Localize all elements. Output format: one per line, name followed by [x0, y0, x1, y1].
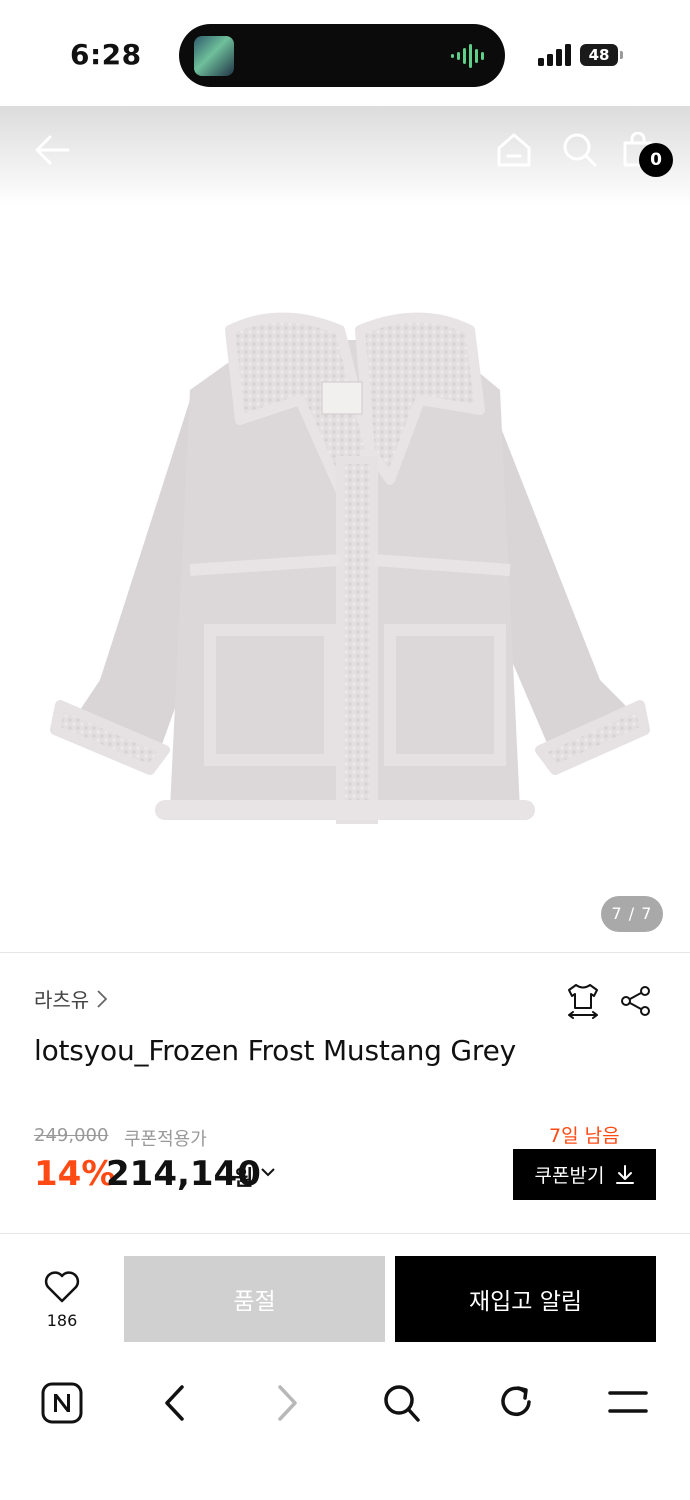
heart-icon[interactable]: [44, 1271, 80, 1303]
back-arrow-icon[interactable]: [34, 134, 70, 166]
product-gallery[interactable]: [0, 106, 690, 952]
signal-icon: [538, 44, 571, 66]
chevron-right-icon: [97, 989, 108, 1008]
chevron-down-icon[interactable]: [260, 1166, 276, 1178]
album-thumbnail-icon: [194, 36, 234, 76]
share-icon[interactable]: [620, 985, 652, 1017]
discount-rate: 14%: [34, 1154, 116, 1194]
coupon-price-note: 쿠폰적용가: [124, 1129, 207, 1150]
dynamic-island[interactable]: [179, 24, 505, 87]
browser-toolbar: [0, 1358, 690, 1500]
divider: [0, 952, 690, 953]
battery-tip: [620, 51, 623, 59]
download-icon: [616, 1164, 635, 1184]
get-coupon-label: 쿠폰받기: [534, 1165, 605, 1187]
search-icon[interactable]: [562, 132, 598, 168]
restock-alert-button[interactable]: 재입고 알림: [395, 1256, 656, 1342]
gallery-page-indicator: 7 / 7: [601, 896, 663, 932]
audio-wave-icon: [451, 44, 484, 68]
brand-link[interactable]: 라츠유: [34, 984, 108, 1013]
status-time: 6:28: [70, 38, 142, 71]
original-price: 249,000: [34, 1125, 109, 1146]
search-icon[interactable]: [382, 1382, 422, 1424]
get-coupon-button[interactable]: 쿠폰받기: [513, 1149, 656, 1200]
like-count: 186: [46, 1311, 78, 1330]
back-icon[interactable]: [162, 1384, 186, 1422]
coupon-days-left: 7일 남음: [549, 1125, 620, 1147]
status-bar: 6:28 48: [0, 0, 690, 106]
cart-count-badge[interactable]: 0: [639, 143, 673, 177]
battery-icon: 48: [580, 44, 618, 66]
brand-name: 라츠유: [34, 988, 90, 1012]
size-guide-icon[interactable]: [566, 982, 600, 1020]
product-title: lotsyou_Frozen Frost Mustang Grey: [34, 1034, 516, 1067]
soldout-button[interactable]: 품절: [124, 1256, 385, 1342]
menu-icon[interactable]: [607, 1388, 649, 1416]
forward-icon[interactable]: [276, 1384, 300, 1422]
product-image[interactable]: [40, 210, 660, 850]
currency-label: 원: [234, 1166, 254, 1190]
refresh-icon[interactable]: [496, 1382, 536, 1422]
naver-logo-icon[interactable]: [41, 1382, 83, 1424]
divider: [0, 1233, 690, 1234]
home-icon[interactable]: [496, 132, 532, 168]
